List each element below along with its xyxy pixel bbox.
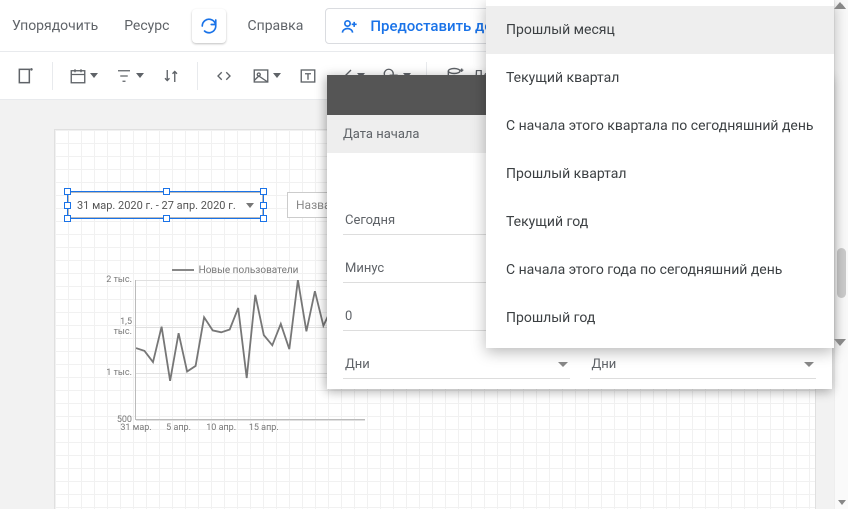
chart-legend: Новые пользователи (105, 265, 365, 276)
refresh-icon (200, 17, 218, 35)
date-preset-option[interactable]: С начала этого года по сегодняшний день (486, 246, 834, 294)
date-preset-option[interactable]: С начала этого квартала по сегодняшний д… (486, 102, 834, 150)
scroll-up-icon[interactable] (834, 2, 846, 9)
chevron-down-icon (804, 362, 814, 367)
refresh-button[interactable] (192, 9, 226, 43)
date-range-value: 31 мар. 2020 г. - 27 апр. 2020 г. (77, 199, 236, 212)
unit-select-end[interactable]: Дни (590, 351, 817, 379)
add-page-icon (16, 66, 36, 86)
chevron-down-icon (246, 203, 254, 208)
embed-tool[interactable] (208, 60, 240, 92)
scroll-down-icon[interactable] (834, 339, 846, 346)
menu-arrange[interactable]: Упорядочить (8, 14, 102, 38)
filter-tool[interactable] (109, 60, 149, 92)
date-preset-option[interactable]: Прошлый квартал (486, 150, 834, 198)
date-preset-option[interactable]: Прошлый месяц (486, 6, 834, 54)
chevron-down-icon (90, 73, 98, 78)
date-preset-dropdown[interactable]: Прошлый месяцТекущий кварталС начала это… (486, 0, 834, 348)
vertical-scrollbar[interactable] (834, 0, 848, 509)
date-preset-option[interactable]: Прошлый год (486, 294, 834, 342)
separator (52, 62, 53, 90)
text-tool[interactable] (292, 60, 324, 92)
date-preset-option[interactable]: Текущий квартал (486, 54, 834, 102)
sort-tool[interactable] (155, 60, 187, 92)
embed-icon (214, 67, 234, 85)
image-icon (252, 67, 270, 85)
text-icon (299, 67, 317, 85)
scrollbar-thumb[interactable] (837, 248, 846, 298)
image-tool[interactable] (246, 60, 286, 92)
calendar-icon (69, 67, 87, 85)
chevron-down-icon (273, 73, 281, 78)
chevron-down-icon (136, 73, 144, 78)
sort-icon (162, 67, 180, 85)
share-icon (340, 16, 360, 36)
menu-resource[interactable]: Ресурс (120, 14, 173, 38)
unit-select-start[interactable]: Дни (343, 351, 570, 379)
date-preset-option[interactable]: Текущий год (486, 198, 834, 246)
line-chart[interactable]: Новые пользователи 5001 тыс.1,5 тыс.2 ты… (105, 265, 365, 445)
date-range-tool[interactable] (63, 60, 103, 92)
date-range-control[interactable]: 31 мар. 2020 г. - 27 апр. 2020 г. (68, 192, 263, 218)
filter-icon (115, 67, 133, 85)
separator (197, 62, 198, 90)
date-range-control-selected[interactable]: 31 мар. 2020 г. - 27 апр. 2020 г. (68, 192, 263, 218)
title-placeholder: Назва (296, 198, 331, 212)
chevron-down-icon (558, 362, 568, 367)
menu-help[interactable]: Справка (244, 14, 308, 38)
add-page-button[interactable] (10, 60, 42, 92)
scroll-down-icon[interactable] (838, 500, 846, 505)
